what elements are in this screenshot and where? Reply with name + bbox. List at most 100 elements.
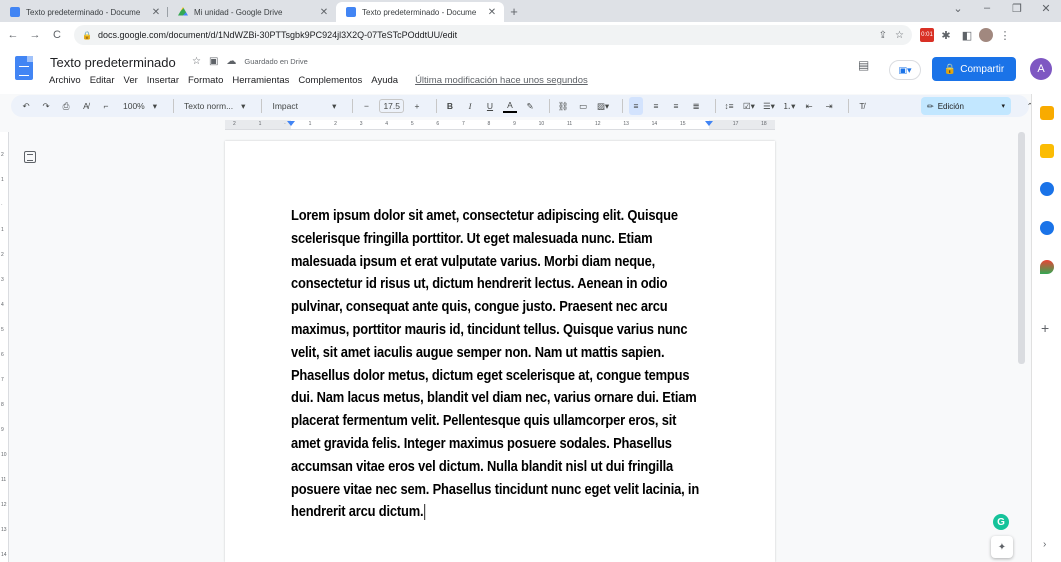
vruler-tick: 11 (1, 477, 7, 483)
numbered-list-icon[interactable]: ⒈▾ (782, 97, 796, 115)
docs-logo-icon[interactable] (15, 56, 33, 80)
menu-ver[interactable]: Ver (124, 75, 138, 86)
share-page-icon[interactable]: ⇪ (879, 30, 887, 41)
lock-icon[interactable]: 🔒 (82, 31, 92, 40)
divider (622, 99, 623, 113)
redo-icon[interactable]: ↷ (39, 97, 53, 115)
close-tab-icon[interactable]: ✕ (486, 7, 498, 18)
bulleted-list-icon[interactable]: ☰▾ (762, 97, 776, 115)
browser-tab-2[interactable]: Mi unidad - Google Drive ✕ (168, 2, 336, 22)
browser-tab-3[interactable]: Texto predeterminado - Docume ✕ (336, 2, 504, 22)
move-folder-icon[interactable]: ▣ (209, 56, 218, 67)
new-tab-button[interactable]: + (504, 2, 524, 22)
italic-button[interactable]: I (463, 97, 477, 115)
clear-formatting-icon[interactable]: T̸ (855, 97, 869, 115)
document-body[interactable]: Lorem ipsum dolor sit amet, consectetur … (291, 205, 709, 524)
bookmark-star-icon[interactable]: ☆ (895, 30, 904, 41)
calendar-icon[interactable] (1040, 106, 1054, 120)
share-label: Compartir (960, 63, 1005, 75)
reload-icon[interactable]: C (48, 26, 66, 44)
increase-indent-icon[interactable]: ⇥ (822, 97, 836, 115)
menu-herramientas[interactable]: Herramientas (232, 75, 289, 86)
share-button[interactable]: 🔒 Compartir (932, 57, 1016, 81)
editing-mode-select[interactable]: ✏ Edición ▾ (921, 97, 1011, 115)
decrease-font-size-icon[interactable]: − (359, 97, 373, 115)
tasks-icon[interactable] (1040, 182, 1054, 196)
extensions-icon[interactable]: ✱ (937, 26, 955, 44)
style-select[interactable]: Texto norm... ▾ (180, 97, 249, 115)
maximize-icon[interactable]: ❐ (1006, 2, 1028, 18)
justify-icon[interactable]: ≣ (689, 97, 703, 115)
document-outline-icon[interactable] (24, 151, 36, 163)
chevron-down-icon: ▾ (241, 100, 246, 111)
last-modified-link[interactable]: Última modificación hace unos segundos (415, 75, 588, 86)
back-icon[interactable]: ← (4, 26, 22, 44)
decrease-indent-icon[interactable]: ⇤ (802, 97, 816, 115)
keep-icon[interactable] (1040, 144, 1054, 158)
explore-icon[interactable]: ✦ (991, 536, 1013, 558)
align-center-icon[interactable]: ≡ (649, 97, 663, 115)
more-menu-icon[interactable]: ⋮ (996, 26, 1014, 44)
add-comment-icon[interactable]: ▭ (576, 97, 590, 115)
link-icon[interactable]: ⛓ (556, 97, 570, 115)
align-right-icon[interactable]: ≡ (669, 97, 683, 115)
underline-button[interactable]: U (483, 97, 497, 115)
browser-tab-1[interactable]: Texto predeterminado - Docume ✕ (0, 2, 168, 22)
menu-formato[interactable]: Formato (188, 75, 223, 86)
print-icon[interactable]: ⎙ (59, 97, 73, 115)
text-color-button[interactable]: A (503, 99, 517, 113)
spellcheck-icon[interactable]: A̸ (79, 97, 93, 115)
side-panel-icon[interactable]: ◧ (958, 26, 976, 44)
document-page[interactable]: Lorem ipsum dolor sit amet, consectetur … (225, 141, 775, 562)
undo-icon[interactable]: ↶ (19, 97, 33, 115)
insert-image-icon[interactable]: ▨▾ (596, 97, 610, 115)
font-size-input[interactable]: 17.5 (379, 99, 404, 113)
get-addons-icon[interactable]: + (1041, 320, 1049, 336)
forward-icon[interactable]: → (26, 26, 44, 44)
tab-title: Texto predeterminado - Docume (362, 7, 477, 17)
cloud-saved-icon[interactable]: ☁ (226, 56, 236, 67)
vertical-ruler[interactable]: 2 1 · 1 2 3 4 5 6 7 8 9 10 11 12 13 14 (0, 132, 9, 562)
contacts-icon[interactable] (1040, 221, 1054, 235)
profile-avatar[interactable] (979, 28, 993, 42)
vertical-scrollbar[interactable] (1018, 132, 1025, 364)
horizontal-ruler[interactable]: 2 1 · 1 2 3 4 5 6 7 8 9 10 11 12 13 14 15 · 17 18 (225, 120, 775, 130)
zoom-value: 100% (123, 101, 145, 111)
highlight-icon[interactable]: ✎ (523, 97, 537, 115)
minimize-icon[interactable]: – (976, 2, 998, 18)
tab-search-icon[interactable]: ⌄ (947, 2, 969, 18)
increase-font-size-icon[interactable]: + (410, 97, 424, 115)
document-title[interactable]: Texto predeterminado (50, 55, 176, 70)
close-tab-icon[interactable]: ✕ (150, 7, 162, 18)
font-select[interactable]: Impact ▾ (268, 97, 340, 115)
body-text[interactable]: Lorem ipsum dolor sit amet, consectetur … (291, 207, 699, 520)
ruler-tick: 5 (410, 121, 414, 127)
checklist-icon[interactable]: ☑▾ (742, 97, 756, 115)
chevron-down-icon: ▾ (1001, 103, 1005, 110)
show-side-panel-icon[interactable]: › (1043, 539, 1046, 550)
recording-extension-icon[interactable]: 0:01 (920, 28, 934, 42)
comment-history-icon[interactable]: ▤ (858, 58, 869, 72)
account-avatar[interactable]: A (1030, 58, 1052, 80)
menu-editar[interactable]: Editar (90, 75, 115, 86)
meet-present-button[interactable]: ▣▾ (889, 60, 921, 80)
paint-format-icon[interactable]: ⌐ (99, 97, 113, 115)
close-window-icon[interactable]: ✕ (1035, 2, 1057, 18)
grammarly-icon[interactable]: G (993, 514, 1009, 530)
address-bar[interactable]: 🔒 docs.google.com/document/d/1NdWZBi-30P… (74, 25, 912, 45)
star-icon[interactable]: ☆ (192, 56, 201, 67)
maps-icon[interactable] (1040, 260, 1054, 274)
right-indent-marker[interactable] (705, 121, 713, 126)
menu-complementos[interactable]: Complementos (298, 75, 362, 86)
menu-ayuda[interactable]: Ayuda (371, 75, 398, 86)
bold-button[interactable]: B (443, 97, 457, 115)
align-left-icon[interactable]: ≡ (629, 97, 643, 115)
close-tab-icon[interactable]: ✕ (318, 7, 330, 18)
url-text[interactable]: docs.google.com/document/d/1NdWZBi-30PTT… (98, 30, 871, 40)
docs-icon (346, 7, 356, 17)
left-indent-marker[interactable] (287, 121, 295, 126)
menu-archivo[interactable]: Archivo (49, 75, 81, 86)
zoom-select[interactable]: 100% ▾ (119, 97, 161, 115)
line-spacing-icon[interactable]: ↕≡ (722, 97, 736, 115)
menu-insertar[interactable]: Insertar (147, 75, 179, 86)
